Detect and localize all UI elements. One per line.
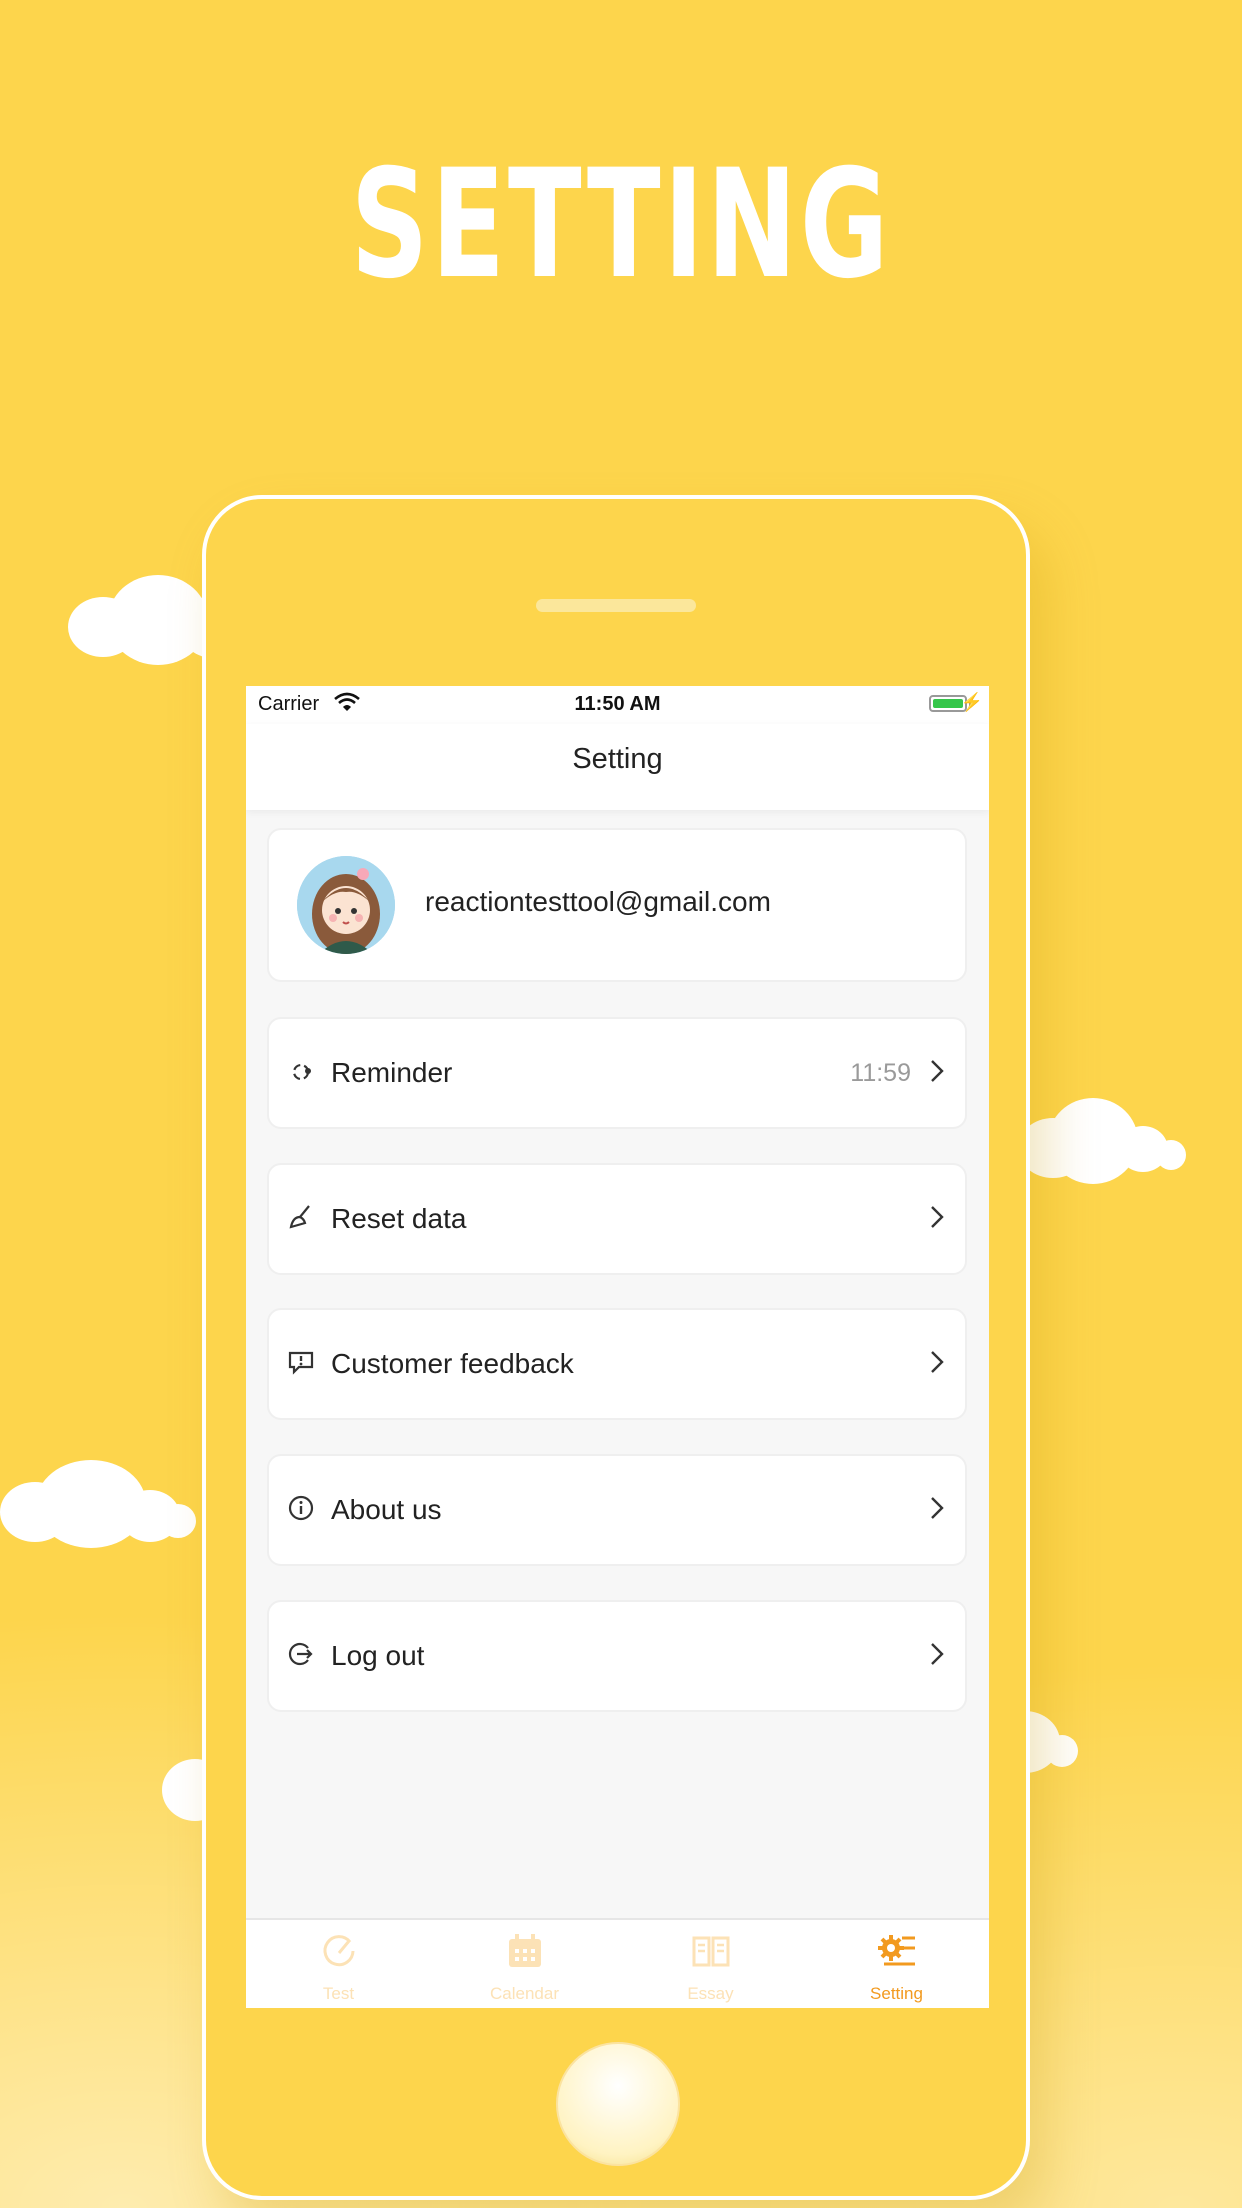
- nav-bar: Setting: [246, 724, 989, 810]
- book-icon: [692, 1936, 730, 1967]
- chevron-right-icon: [931, 1206, 944, 1228]
- chevron-right-icon: [931, 1497, 944, 1519]
- page-title: Setting: [572, 743, 663, 775]
- menu-item-label: Log out: [331, 1640, 425, 1671]
- gauge-icon: [323, 1935, 355, 1967]
- status-bar: Carrier 11:50 AM ⚡: [246, 686, 989, 724]
- hero-title: SETTING: [350, 138, 892, 312]
- settings-icon: [878, 1935, 915, 1966]
- profile-email: reactiontesttool@gmail.com: [425, 886, 771, 917]
- menu-item-label: Customer feedback: [331, 1348, 574, 1379]
- app-screen: Carrier 11:50 AM ⚡ Setting reactiontestt…: [246, 686, 989, 2008]
- menu-item-label: About us: [331, 1494, 442, 1525]
- broom-icon: [289, 1205, 310, 1229]
- tab-calendar[interactable]: Calendar: [432, 1920, 617, 2008]
- cloud-decoration: [0, 1460, 200, 1550]
- reminder-time: 11:59: [850, 1059, 911, 1087]
- feedback-icon: [288, 1351, 314, 1375]
- menu-item-customer-feedback[interactable]: Customer feedback: [267, 1308, 967, 1420]
- calendar-icon: [509, 1934, 541, 1967]
- menu-item-label: Reminder: [331, 1057, 453, 1088]
- phone-speaker: [536, 599, 696, 612]
- menu-item-label: Reset data: [331, 1203, 467, 1234]
- menu-item-reminder[interactable]: Reminder 11:59: [267, 1017, 967, 1129]
- profile-card[interactable]: reactiontesttool@gmail.com: [267, 828, 967, 982]
- charging-icon: ⚡: [960, 692, 983, 712]
- chevron-right-icon: [931, 1060, 944, 1082]
- cloud-decoration: [1018, 1098, 1188, 1188]
- tab-label: Calendar: [490, 1984, 559, 2003]
- chevron-right-icon: [931, 1643, 944, 1665]
- home-button[interactable]: [556, 2042, 680, 2166]
- info-icon: [288, 1495, 314, 1521]
- tab-bar: Test Calendar Essay Setting: [246, 1918, 989, 2008]
- avatar[interactable]: [297, 856, 395, 954]
- logout-icon: [288, 1642, 313, 1666]
- tab-label: Setting: [870, 1984, 923, 2003]
- menu-item-about-us[interactable]: About us: [267, 1454, 967, 1566]
- tab-setting[interactable]: Setting: [804, 1920, 989, 2008]
- tab-essay[interactable]: Essay: [618, 1920, 803, 2008]
- menu-item-reset-data[interactable]: Reset data: [267, 1163, 967, 1275]
- tab-test[interactable]: Test: [246, 1920, 431, 2008]
- tab-label: Test: [322, 1984, 355, 2003]
- tab-label: Essay: [687, 1984, 734, 2003]
- chevron-right-icon: [931, 1351, 944, 1373]
- status-time: 11:50 AM: [574, 693, 661, 715]
- reminder-icon: [292, 1063, 311, 1081]
- menu-item-log-out[interactable]: Log out: [267, 1600, 967, 1712]
